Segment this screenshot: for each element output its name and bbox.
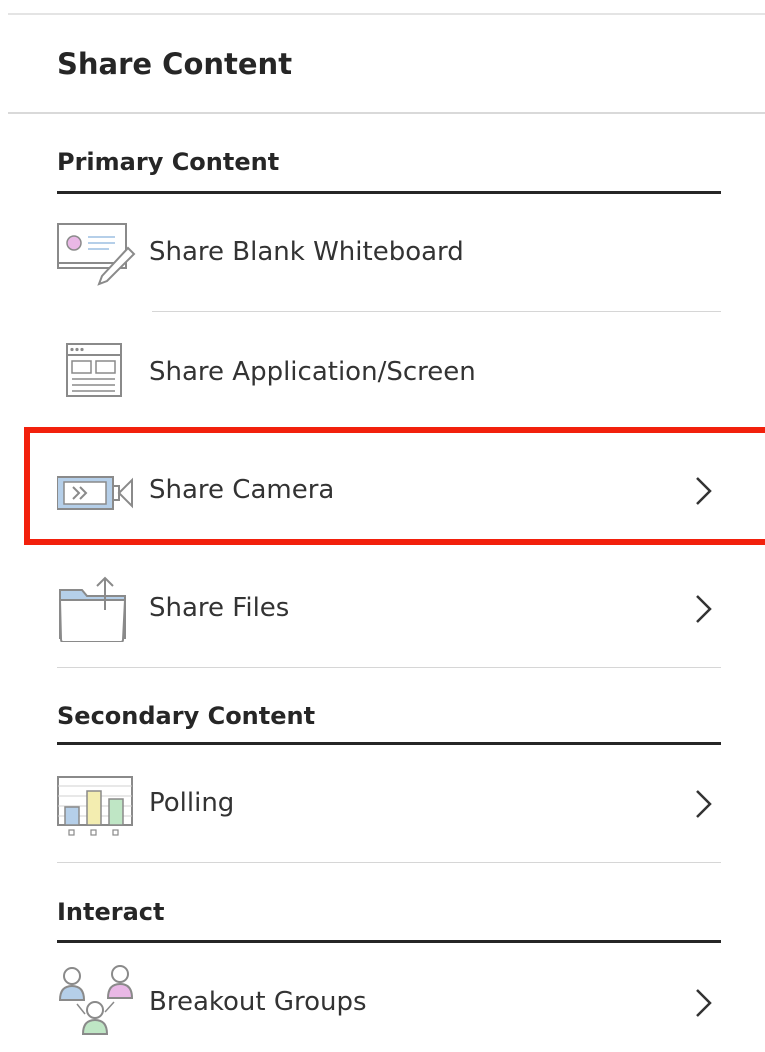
whiteboard-icon [57,220,137,286]
share-blank-whiteboard-item[interactable]: Share Blank Whiteboard [57,206,721,298]
share-files-item[interactable]: Share Files [57,562,721,654]
polling-chart-icon [57,771,137,837]
section-rule-secondary [57,742,721,745]
chevron-right-icon [693,594,713,624]
application-screen-icon [57,340,137,406]
section-title-primary: Primary Content [57,148,280,176]
section-title-interact: Interact [57,898,165,926]
panel-title: Share Content [57,47,293,81]
share-application-screen-item[interactable]: Share Application/Screen [57,326,721,418]
polling-label: Polling [149,788,235,818]
section-rule-primary [57,191,721,194]
chevron-right-icon [693,476,713,506]
polling-item[interactable]: Polling [57,757,721,849]
section-rule-interact [57,940,721,943]
breakout-groups-label: Breakout Groups [149,987,367,1017]
breakout-groups-item[interactable]: Breakout Groups [57,956,721,1048]
share-camera-label: Share Camera [149,475,335,505]
chevron-right-icon [693,988,713,1018]
chevron-right-icon [693,789,713,819]
top-divider [8,13,765,15]
section-divider [57,667,721,668]
section-divider [57,862,721,863]
files-icon [57,576,137,642]
share-application-screen-label: Share Application/Screen [149,357,476,387]
camera-icon [57,458,137,524]
share-files-label: Share Files [149,593,290,623]
share-camera-item[interactable]: Share Camera [57,444,721,536]
breakout-groups-icon [57,962,137,1042]
header-divider [8,112,765,114]
share-blank-whiteboard-label: Share Blank Whiteboard [149,237,464,267]
row-divider [152,311,721,312]
section-title-secondary: Secondary Content [57,702,316,730]
